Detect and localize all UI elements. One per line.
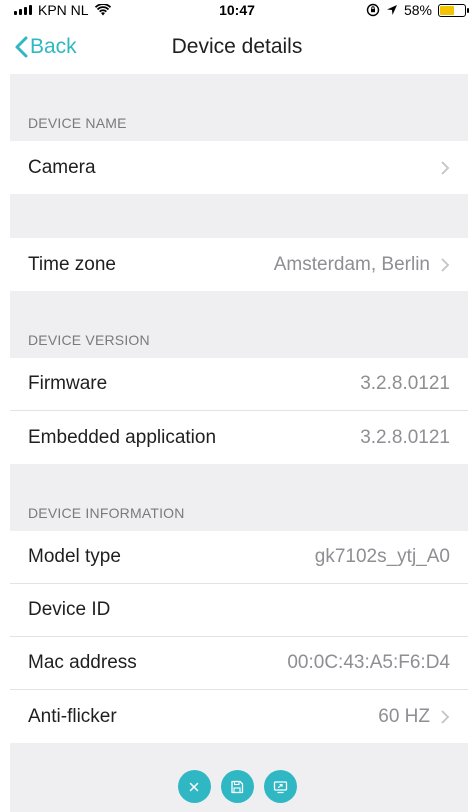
status-left: KPN NL: [14, 2, 111, 18]
chevron-left-icon: [15, 36, 28, 58]
section-header-device-version: DEVICE VERSION: [28, 332, 150, 348]
embedded-application-value: 3.2.8.0121: [360, 426, 450, 448]
carrier-name: KPN NL: [38, 2, 89, 18]
mac-address-row: Mac address 00:0C:43:A5:F6:D4: [10, 637, 468, 690]
save-icon: [231, 780, 244, 793]
screen-cast-button[interactable]: [263, 770, 297, 803]
device-id-row: Device ID: [10, 584, 468, 637]
status-right: 58%: [366, 2, 469, 18]
section-header-device-information: DEVICE INFORMATION: [28, 505, 185, 521]
back-button[interactable]: Back: [14, 35, 77, 59]
camera-label: Camera: [28, 156, 96, 178]
time-zone-row[interactable]: Time zone Amsterdam, Berlin: [10, 238, 468, 291]
page-title: Device details: [171, 35, 303, 58]
embedded-application-row: Embedded application 3.2.8.0121: [10, 411, 468, 464]
chevron-right-icon: [441, 709, 450, 724]
time-zone-label: Time zone: [28, 253, 116, 275]
chevron-right-icon: [441, 257, 450, 272]
status-bar: KPN NL 10:47 58%: [0, 0, 474, 20]
model-type-label: Model type: [28, 546, 121, 567]
close-button[interactable]: [177, 770, 211, 803]
navigation-bar: Back Device details: [0, 20, 474, 74]
mac-address-value: 00:0C:43:A5:F6:D4: [287, 652, 450, 673]
section-spacer: [10, 194, 468, 238]
firmware-label: Firmware: [28, 373, 108, 394]
location-icon: [386, 5, 397, 15]
orientation-lock-icon: [366, 3, 380, 17]
signal-icon: [14, 5, 32, 15]
firmware-value: 3.2.8.0121: [360, 373, 450, 394]
device-details-list: DEVICE NAME Camera Time zone Amsterdam, …: [10, 74, 468, 812]
anti-flicker-value: 60 HZ: [378, 705, 430, 727]
battery-fill: [440, 5, 454, 15]
battery-percent: 58%: [403, 2, 432, 18]
save-button[interactable]: [220, 770, 254, 803]
mac-address-label: Mac address: [28, 652, 137, 673]
anti-flicker-row[interactable]: Anti-flicker 60 HZ: [10, 690, 468, 743]
firmware-row: Firmware 3.2.8.0121: [10, 358, 468, 411]
embedded-application-label: Embedded application: [28, 426, 217, 448]
camera-name-row[interactable]: Camera: [10, 141, 468, 194]
screen-cast-icon: [273, 780, 287, 793]
model-type-value: gk7102s_ytj_A0: [314, 546, 450, 567]
anti-flicker-label: Anti-flicker: [28, 705, 117, 727]
chevron-right-icon: [441, 160, 450, 175]
battery-icon: [438, 3, 469, 17]
section-header-device-name: DEVICE NAME: [28, 115, 127, 131]
bottom-toolbar: [0, 770, 474, 806]
wifi-icon: [94, 4, 111, 16]
close-icon: [189, 782, 199, 791]
model-type-row: Model type gk7102s_ytj_A0: [10, 531, 468, 584]
time-zone-value: Amsterdam, Berlin: [273, 253, 430, 275]
device-id-label: Device ID: [28, 599, 111, 620]
back-label: Back: [30, 35, 77, 58]
